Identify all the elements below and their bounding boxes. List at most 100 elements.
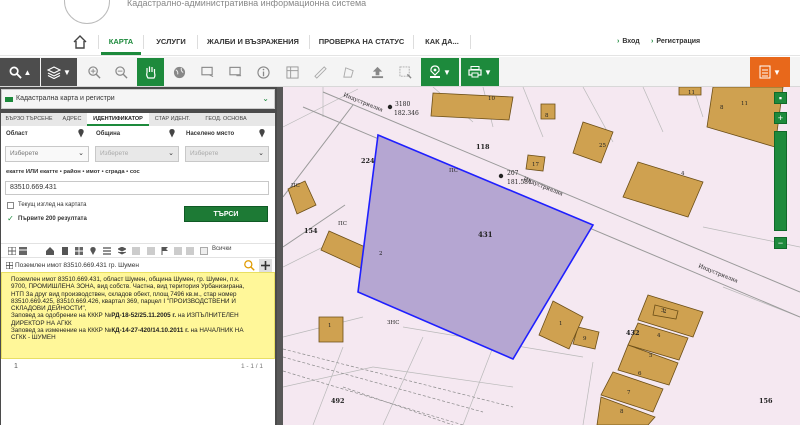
tab-address[interactable]: АДРЕС bbox=[58, 113, 86, 126]
zoom-in-button[interactable] bbox=[83, 58, 105, 86]
register-label: Регистрация bbox=[656, 38, 701, 45]
nav-divider bbox=[197, 35, 198, 49]
print-button[interactable]: ▼ bbox=[461, 58, 499, 86]
map-pin-icon bbox=[169, 129, 175, 138]
tab-geodetic-base[interactable]: ГЕОД. ОСНОВА bbox=[196, 113, 256, 126]
tab-old-identifier[interactable]: СТАР ИДЕНТ. bbox=[150, 113, 195, 126]
agency-logo[interactable] bbox=[64, 0, 110, 24]
zoom-out-button[interactable] bbox=[110, 58, 132, 86]
first-200-checkbox[interactable]: ✓ bbox=[7, 215, 14, 223]
current-extent-label: Текущ изглед на картата bbox=[18, 202, 87, 208]
municipality-select-value: Изберете bbox=[100, 150, 129, 157]
checkbox-icon[interactable] bbox=[200, 247, 208, 255]
legend-button[interactable]: ▼ bbox=[750, 57, 790, 87]
map-pin-icon[interactable] bbox=[89, 247, 97, 255]
login-link[interactable]: › Вход bbox=[617, 28, 640, 56]
pan-tool-button[interactable] bbox=[137, 58, 164, 86]
layers-icon[interactable] bbox=[118, 247, 126, 255]
amendment-order-prefix: Заповед за изменение на КККР № bbox=[11, 327, 112, 335]
panel-empty-area bbox=[1, 375, 275, 425]
globe-button[interactable] bbox=[168, 58, 190, 86]
ruler-icon bbox=[313, 65, 327, 79]
grid-tool-button[interactable] bbox=[282, 58, 302, 86]
parcel-number: 432 bbox=[626, 329, 640, 337]
login-label: Вход bbox=[622, 38, 640, 45]
search-button[interactable]: ТЪРСИ bbox=[184, 206, 268, 222]
map-layers-toggle[interactable]: ▪ bbox=[774, 92, 787, 104]
building-number: 8 bbox=[620, 409, 624, 415]
tab-identifier[interactable]: ИДЕНТИФИКАТОР bbox=[87, 113, 149, 126]
rectangle-deselect-icon bbox=[228, 66, 241, 77]
zoom-out-map-button[interactable]: − bbox=[774, 237, 787, 249]
approval-order: Заповед за одобрение на КККР №РД-18-52/2… bbox=[11, 312, 270, 319]
layer-select[interactable]: Кадастрална карта и регистри ⌄ bbox=[1, 89, 275, 109]
chevron-down-icon: ▼ bbox=[63, 67, 71, 77]
result-header: Поземлен имот 83510.669.431 гр. Шумен bbox=[1, 257, 275, 272]
region-select[interactable]: Изберете ⌄ bbox=[5, 146, 89, 162]
chevron-down-icon: ⌄ bbox=[78, 150, 84, 157]
square-icon[interactable] bbox=[174, 247, 182, 255]
nav-complaints[interactable]: ЖАЛБИ И ВЪЗРАЖЕНИЯ bbox=[200, 28, 306, 56]
first-200-label: Първите 200 резултата bbox=[18, 216, 87, 222]
flag-icon[interactable] bbox=[161, 247, 169, 255]
approval-order-number[interactable]: РД-18-52/25.11.2005 г. bbox=[111, 312, 176, 319]
municipality-select[interactable]: Изберете ⌄ bbox=[95, 146, 179, 162]
page-number[interactable]: 1 bbox=[14, 363, 18, 370]
square-icon[interactable] bbox=[186, 247, 194, 255]
zoom-out-icon bbox=[114, 65, 128, 79]
site-subtitle: Кадастрално-административна информационн… bbox=[127, 0, 367, 8]
table-icon[interactable] bbox=[19, 247, 27, 255]
settlement-select[interactable]: Изберете ⌄ bbox=[185, 146, 269, 162]
identifier-input[interactable]: 83510.669.431 bbox=[5, 181, 269, 195]
apartment-grid-icon[interactable] bbox=[75, 247, 83, 255]
add-icon[interactable] bbox=[259, 259, 272, 272]
measure-area-button[interactable] bbox=[337, 58, 359, 86]
tab-quick-search[interactable]: БЪРЗО ТЪРСЕНЕ bbox=[1, 113, 57, 126]
zoom-in-map-button[interactable]: + bbox=[774, 112, 787, 124]
cadastral-map[interactable]: 3180 182.346 207 181.581 431 224 118 154… bbox=[283, 87, 800, 425]
ekatte-label: екатте ИЛИ екатте • район • имот • сград… bbox=[6, 169, 140, 175]
zoom-to-result-icon[interactable] bbox=[244, 260, 255, 271]
measure-distance-button[interactable] bbox=[309, 58, 331, 86]
nav-map[interactable]: КАРТА bbox=[101, 28, 141, 55]
building-number: 25 bbox=[599, 143, 606, 149]
search-tool-button[interactable]: ▲ bbox=[0, 58, 40, 86]
current-extent-checkbox[interactable] bbox=[7, 202, 14, 209]
nav-how-to[interactable]: КАК ДА... bbox=[416, 28, 468, 56]
search-panel: Кадастрална карта и регистри ⌄ БЪРЗО ТЪР… bbox=[0, 87, 283, 425]
grid-icon[interactable] bbox=[8, 247, 16, 255]
list-icon[interactable] bbox=[103, 247, 111, 255]
building-number: 10 bbox=[488, 96, 495, 102]
home-icon[interactable] bbox=[72, 34, 88, 50]
chevron-down-icon: ▼ bbox=[773, 67, 781, 77]
grid-icon bbox=[285, 65, 299, 79]
home-icon[interactable] bbox=[46, 247, 54, 255]
result-details[interactable]: Поземлен имот 83510.669.431, област Шуме… bbox=[1, 272, 275, 359]
nav-status-check[interactable]: ПРОВЕРКА НА СТАТУС bbox=[313, 28, 410, 56]
nav-divider bbox=[143, 35, 144, 49]
top-header: Кадастрално-административна информационн… bbox=[0, 0, 800, 28]
building-icon[interactable] bbox=[61, 247, 69, 255]
layer-select-value: Кадастрална карта и регистри bbox=[16, 95, 115, 102]
building-number: 8 bbox=[545, 113, 549, 119]
location-button[interactable]: ▼ bbox=[421, 58, 459, 86]
zoom-to-selection-button[interactable] bbox=[394, 58, 416, 86]
info-button[interactable] bbox=[252, 58, 274, 86]
search-icon bbox=[9, 66, 22, 79]
zoom-slider[interactable] bbox=[774, 131, 787, 231]
approval-order-suffix: на ИЗПЪЛНИТЕЛЕН bbox=[176, 312, 239, 320]
square-icon[interactable] bbox=[132, 247, 140, 255]
register-link[interactable]: › Регистрация bbox=[651, 28, 700, 56]
map-layer-icon bbox=[5, 97, 13, 102]
building-number: 17 bbox=[532, 162, 539, 168]
deselect-area-button[interactable] bbox=[224, 58, 246, 86]
map-canvas[interactable]: 3180 182.346 207 181.581 431 224 118 154… bbox=[283, 87, 800, 425]
amendment-order-number[interactable]: КД-14-27-420/14.10.2011 г. bbox=[111, 327, 189, 334]
upload-button[interactable] bbox=[366, 58, 388, 86]
map-pin-icon bbox=[78, 129, 84, 138]
square-icon[interactable] bbox=[147, 247, 155, 255]
nav-services[interactable]: УСЛУГИ bbox=[146, 28, 196, 56]
layers-button[interactable]: ▼ bbox=[41, 58, 77, 86]
select-area-button[interactable] bbox=[196, 58, 218, 86]
parcel-number: 118 bbox=[476, 143, 490, 151]
